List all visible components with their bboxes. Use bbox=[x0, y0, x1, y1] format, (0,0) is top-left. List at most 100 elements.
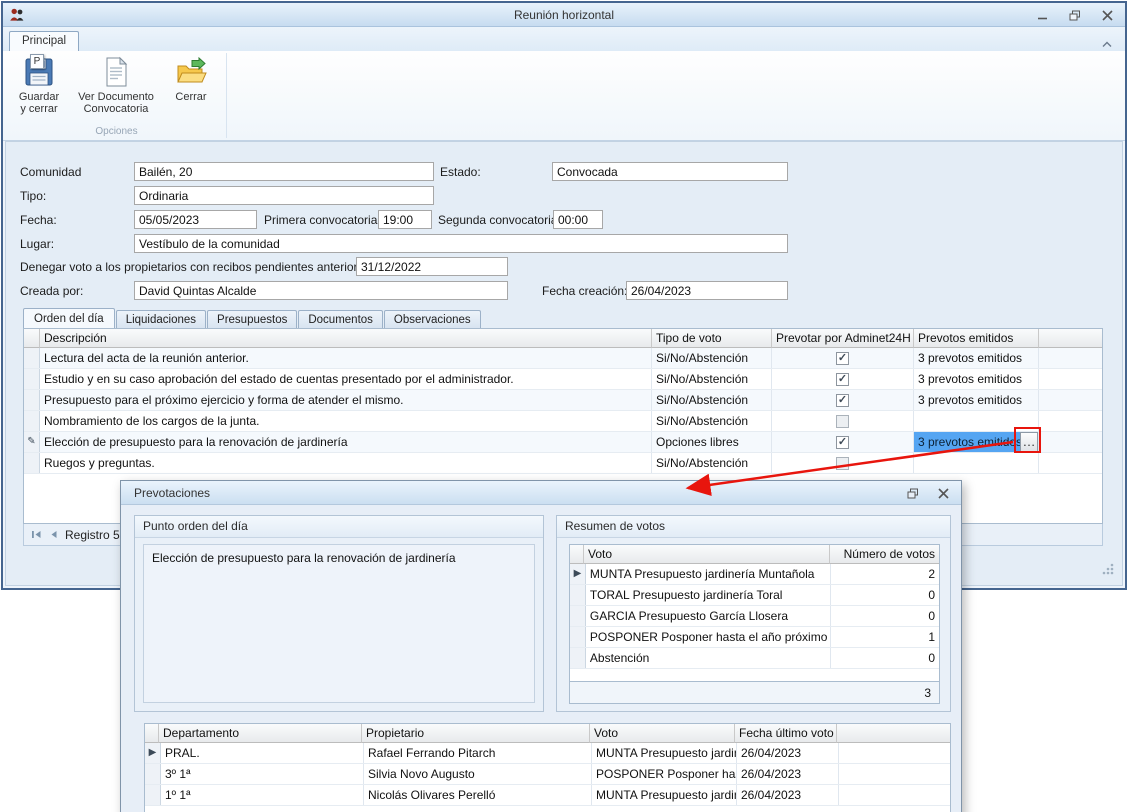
denegar-voto-field[interactable]: 31/12/2022 bbox=[356, 257, 508, 276]
tab-orden-del-dia[interactable]: Orden del día bbox=[23, 308, 115, 329]
row-arrow-icon: ▶ bbox=[570, 564, 586, 584]
prevotos-cell bbox=[914, 453, 1039, 473]
tab-presupuestos[interactable]: Presupuestos bbox=[207, 310, 297, 329]
voto-cell: POSPONER Posponer hasta... bbox=[592, 764, 737, 784]
minimize-button[interactable] bbox=[1035, 8, 1051, 22]
button-label: Guardar bbox=[19, 91, 59, 103]
prevotos-cell bbox=[914, 411, 1039, 431]
fecha-field[interactable]: 05/05/2023 bbox=[134, 210, 257, 229]
tipo-voto-cell: Si/No/Abstención bbox=[652, 348, 772, 368]
punto-orden-del-dia-group: Punto orden del día Elección de presupue… bbox=[134, 515, 544, 712]
numero-cell: 2 bbox=[831, 564, 939, 584]
table-row[interactable]: TORAL Presupuesto jardinería Toral 0 bbox=[570, 585, 939, 606]
column-header-fecha-ultimo-voto[interactable]: Fecha último voto bbox=[735, 724, 837, 743]
filler-cell bbox=[1039, 453, 1102, 473]
column-header-prevotar[interactable]: Prevotar por Adminet24H bbox=[772, 329, 914, 348]
filler-cell bbox=[1039, 369, 1102, 389]
table-row[interactable]: Ruegos y preguntas. Si/No/Abstención bbox=[24, 453, 1102, 474]
column-header-tipo-de-voto[interactable]: Tipo de voto bbox=[652, 329, 772, 348]
table-row[interactable]: Nombramiento de los cargos de la junta. … bbox=[24, 411, 1102, 432]
estado-field[interactable]: Convocada bbox=[552, 162, 788, 181]
document-icon bbox=[100, 56, 132, 88]
label-fecha: Fecha: bbox=[20, 213, 57, 227]
column-header-voto[interactable]: Voto bbox=[584, 545, 830, 564]
table-row-selected[interactable]: ✎ Elección de presupuesto para la renova… bbox=[24, 432, 1102, 453]
prevotar-checkbox[interactable]: ✓ bbox=[836, 394, 849, 407]
prevotos-cell: 3 prevotos emitidos … bbox=[914, 432, 1039, 452]
column-header-descripcion[interactable]: Descripción bbox=[40, 329, 652, 348]
table-row[interactable]: GARCIA Presupuesto García Llosera 0 bbox=[570, 606, 939, 627]
prevotar-checkbox[interactable]: ✓ bbox=[836, 373, 849, 386]
table-row[interactable]: 3º 1ª Silvia Novo Augusto POSPONER Pospo… bbox=[145, 764, 950, 785]
label-comunidad: Comunidad bbox=[20, 165, 81, 179]
ellipsis-button[interactable]: … bbox=[1020, 432, 1038, 452]
table-row[interactable]: POSPONER Posponer hasta el año próximo 1 bbox=[570, 627, 939, 648]
creada-por-field[interactable]: David Quintas Alcalde bbox=[134, 281, 508, 300]
restore-button[interactable] bbox=[1067, 8, 1083, 22]
table-row[interactable]: Abstención 0 bbox=[570, 648, 939, 669]
window-title: Reunión horizontal bbox=[3, 8, 1125, 22]
row-indicator bbox=[570, 606, 586, 626]
button-label: Cerrar bbox=[175, 91, 206, 103]
label-fecha-creacion: Fecha creación: bbox=[542, 284, 627, 298]
first-record-button[interactable] bbox=[31, 530, 42, 539]
ver-documento-convocatoria-button[interactable]: Ver Documento Convocatoria bbox=[68, 53, 164, 123]
close-button[interactable] bbox=[1099, 8, 1115, 22]
prevotar-checkbox[interactable]: ✓ bbox=[836, 352, 849, 365]
keytip-p: P bbox=[30, 54, 44, 69]
prevotar-checkbox[interactable]: ✓ bbox=[836, 436, 849, 449]
numero-cell: 1 bbox=[831, 627, 939, 647]
prevotos-cell-selected[interactable]: 3 prevotos emitidos bbox=[914, 432, 1020, 452]
tab-liquidaciones[interactable]: Liquidaciones bbox=[116, 310, 206, 329]
comunidad-field[interactable]: Bailén, 20 bbox=[134, 162, 434, 181]
table-row[interactable]: Presupuesto para el próximo ejercicio y … bbox=[24, 390, 1102, 411]
voto-cell: TORAL Presupuesto jardinería Toral bbox=[586, 585, 831, 605]
tab-documentos[interactable]: Documentos bbox=[298, 310, 383, 329]
prevotar-cell bbox=[772, 411, 914, 431]
row-indicator bbox=[24, 411, 40, 431]
descripcion-cell: Lectura del acta de la reunión anterior. bbox=[40, 348, 652, 368]
table-row[interactable]: Estudio y en su caso aprobación del esta… bbox=[24, 369, 1102, 390]
dialog-maximize-button[interactable] bbox=[905, 486, 921, 500]
prevotar-checkbox[interactable] bbox=[836, 415, 849, 428]
column-header-prevotos[interactable]: Prevotos emitidos bbox=[914, 329, 1039, 348]
column-header-numero-votos[interactable]: Número de votos bbox=[830, 545, 939, 564]
prevotar-cell bbox=[772, 453, 914, 473]
column-header-filler bbox=[1039, 329, 1102, 348]
lugar-field[interactable]: Vestíbulo de la comunidad bbox=[134, 234, 788, 253]
label-denegar-voto: Denegar voto a los propietarios con reci… bbox=[20, 260, 384, 274]
button-label: Convocatoria bbox=[84, 103, 149, 115]
column-header-propietario[interactable]: Propietario bbox=[362, 724, 590, 743]
dialog-titlebar: Prevotaciones bbox=[121, 481, 961, 505]
fecha-creacion-field[interactable]: 26/04/2023 bbox=[626, 281, 788, 300]
table-row[interactable]: ▶ MUNTA Presupuesto jardinería Muntañola… bbox=[570, 564, 939, 585]
column-header-voto[interactable]: Voto bbox=[590, 724, 735, 743]
departamento-cell: 3º 1ª bbox=[161, 764, 364, 784]
dialog-close-button[interactable] bbox=[935, 486, 951, 500]
primera-convocatoria-field[interactable]: 19:00 bbox=[378, 210, 432, 229]
descripcion-cell: Presupuesto para el próximo ejercicio y … bbox=[40, 390, 652, 410]
prevotaciones-dialog: Prevotaciones Punto orden del día Elecci… bbox=[120, 480, 962, 812]
resize-grip[interactable] bbox=[1100, 561, 1115, 581]
table-row[interactable]: 1º 1ª Nicolás Olivares Perelló MUNTA Pre… bbox=[145, 785, 950, 806]
table-row[interactable]: Lectura del acta de la reunión anterior.… bbox=[24, 348, 1102, 369]
segunda-convocatoria-field[interactable]: 00:00 bbox=[553, 210, 603, 229]
tab-observaciones[interactable]: Observaciones bbox=[384, 310, 481, 329]
prevotar-checkbox[interactable] bbox=[836, 457, 849, 470]
label-segunda-convocatoria: Segunda convocatoria: bbox=[438, 213, 561, 227]
tipo-field[interactable]: Ordinaria bbox=[134, 186, 434, 205]
column-header-filler bbox=[837, 724, 950, 743]
chevron-up-icon bbox=[1101, 41, 1113, 48]
row-indicator bbox=[570, 585, 586, 605]
dialog-title: Prevotaciones bbox=[134, 486, 210, 500]
cerrar-button[interactable]: Cerrar bbox=[164, 53, 218, 123]
voto-cell: MUNTA Presupuesto jardinería Muntañola bbox=[586, 564, 831, 584]
votantes-grid: Departamento Propietario Voto Fecha últi… bbox=[144, 723, 951, 812]
column-header-departamento[interactable]: Departamento bbox=[159, 724, 362, 743]
row-indicator bbox=[24, 348, 40, 368]
row-indicator bbox=[570, 627, 586, 647]
tab-principal[interactable]: Principal bbox=[9, 31, 79, 51]
previous-record-button[interactable] bbox=[49, 530, 58, 539]
row-indicator-header bbox=[570, 545, 584, 564]
table-row[interactable]: ▶ PRAL. Rafael Ferrando Pitarch MUNTA Pr… bbox=[145, 743, 950, 764]
